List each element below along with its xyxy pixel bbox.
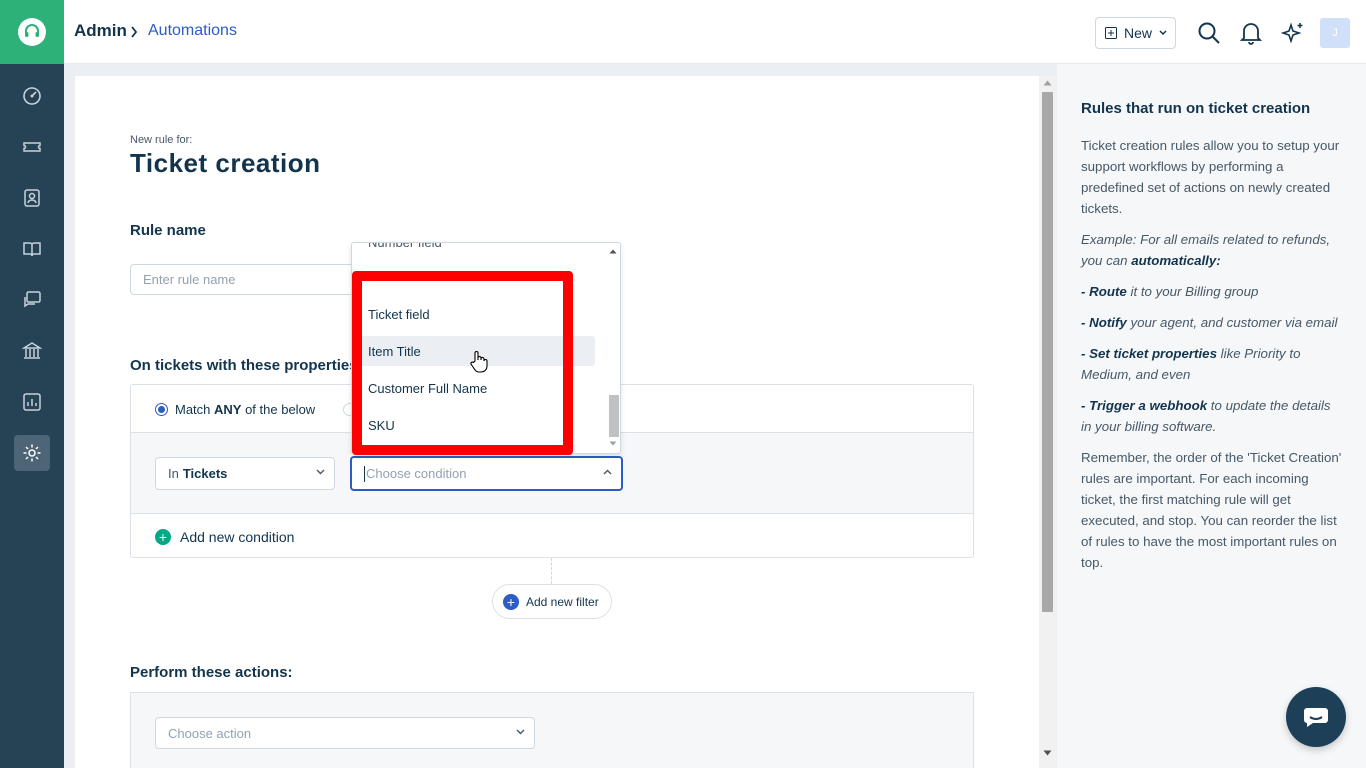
hand-cursor-icon — [470, 350, 488, 379]
chat-widget-button[interactable] — [1286, 687, 1346, 747]
add-filter-label: Add new filter — [526, 594, 599, 609]
help-bullet: - Set ticket properties like Priority to… — [1081, 346, 1301, 382]
condition-select[interactable]: Choose condition — [350, 456, 623, 491]
search-icon[interactable] — [1196, 20, 1222, 46]
settings-icon[interactable] — [14, 435, 50, 471]
help-bullet: - Route it to your Billing group — [1081, 284, 1259, 299]
actions-box: Choose action — [130, 692, 974, 768]
main-scrollbar[interactable] — [1039, 76, 1056, 768]
breadcrumb-chevron-icon — [130, 25, 138, 43]
dropdown-scrollbar-thumb[interactable] — [609, 395, 619, 437]
breadcrumb-automations[interactable]: Automations — [148, 22, 237, 40]
new-button[interactable]: New — [1095, 17, 1176, 49]
rule-name-input[interactable] — [130, 264, 356, 295]
conditions-label: On tickets with these properties — [130, 357, 358, 374]
page-title: Ticket creation — [130, 148, 321, 178]
match-any-label: Match ANY of the below — [175, 402, 316, 417]
plus-square-icon — [1105, 27, 1117, 39]
chevron-down-icon — [1159, 30, 1167, 36]
condition-placeholder: Choose condition — [366, 466, 467, 481]
bank-icon[interactable] — [14, 333, 50, 369]
book-icon[interactable] — [14, 231, 50, 267]
dropdown-clipped-item[interactable]: Number field — [368, 243, 442, 250]
help-bullet: - Trigger a webhook to update the detail… — [1081, 398, 1331, 434]
chevron-down-icon — [516, 729, 525, 735]
action-placeholder: Choose action — [168, 725, 252, 741]
reports-icon[interactable] — [14, 384, 50, 420]
dashboard-icon[interactable] — [14, 78, 50, 114]
chevron-down-icon — [316, 469, 325, 475]
main-scrollbar-thumb[interactable] — [1042, 92, 1053, 612]
brand-logo[interactable] — [0, 0, 64, 64]
add-condition-button[interactable]: + Add new condition — [155, 529, 294, 545]
dropdown-scrollbar[interactable] — [605, 243, 620, 453]
headset-logo-icon — [18, 18, 46, 46]
connector-line — [551, 558, 552, 584]
ai-sparkle-icon[interactable] — [1280, 20, 1306, 46]
dropdown-option[interactable]: Ticket field — [357, 299, 595, 329]
plus-circle-icon: + — [155, 529, 171, 545]
rule-name-label: Rule name — [130, 222, 206, 239]
plus-circle-icon: + — [503, 593, 519, 610]
help-intro: Ticket creation rules allow you to setup… — [1081, 138, 1340, 216]
help-outro: Remember, the order of the 'Ticket Creat… — [1081, 450, 1342, 570]
chat-icon[interactable] — [14, 282, 50, 318]
in-tickets-select[interactable]: In Tickets — [155, 457, 335, 490]
breadcrumb-admin[interactable]: Admin — [74, 21, 127, 41]
new-button-label: New — [1124, 25, 1153, 41]
actions-label: Perform these actions: — [130, 664, 293, 681]
contact-icon[interactable] — [14, 180, 50, 216]
chat-widget-icon — [1304, 708, 1328, 727]
page-subtitle: New rule for: — [130, 134, 193, 146]
dropdown-option[interactable]: SKU — [357, 410, 595, 440]
add-filter-button[interactable]: + Add new filter — [492, 584, 612, 619]
help-panel: Rules that run on ticket creation Ticket… — [1057, 64, 1366, 768]
left-navigation — [0, 0, 64, 768]
bell-icon[interactable] — [1238, 20, 1264, 46]
add-condition-label: Add new condition — [180, 529, 295, 545]
help-example: Example: For all emails related to refun… — [1081, 232, 1331, 268]
user-avatar[interactable]: J — [1320, 18, 1350, 48]
help-title: Rules that run on ticket creation — [1081, 100, 1311, 117]
chevron-up-icon — [603, 469, 612, 475]
ticket-icon[interactable] — [14, 129, 50, 165]
action-select[interactable]: Choose action — [155, 717, 535, 749]
match-any-radio[interactable] — [155, 403, 168, 416]
condition-dropdown: Number field Ticket field Item Title Cus… — [351, 242, 621, 454]
help-bullet: - Notify your agent, and customer via em… — [1081, 315, 1338, 330]
top-header: Admin Automations New J — [64, 0, 1366, 64]
